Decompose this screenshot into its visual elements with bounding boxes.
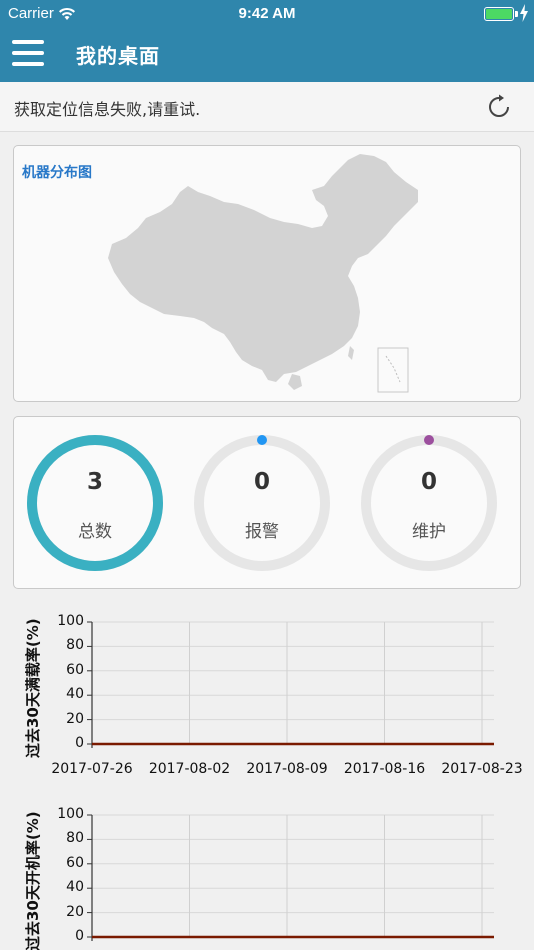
map-title: 机器分布图 <box>22 165 92 181</box>
machine-distribution-map-card: 机器分布图 <box>13 145 521 402</box>
status-bar: Carrier 9:42 AM <box>0 0 534 28</box>
maintenance-count-ring[interactable]: 0 维护 <box>361 435 497 571</box>
y-tick-label: 20 <box>66 710 84 727</box>
y-tick-label: 80 <box>66 830 84 847</box>
y-tick-label: 100 <box>57 806 84 822</box>
x-tick-label: 2017-08-23 <box>441 761 523 777</box>
x-tick-label: 2017-08-02 <box>148 761 231 777</box>
machine-stats-card: 3 总数 0 报警 0 维护 <box>13 416 521 589</box>
china-map[interactable] <box>14 146 522 403</box>
y-tick-label: 0 <box>75 928 84 944</box>
y-tick-label: 20 <box>66 903 84 920</box>
y-tick-label: 0 <box>75 735 84 751</box>
x-tick-label: 2017-07-26 <box>51 761 133 777</box>
battery-tip <box>515 11 518 17</box>
battery-icon <box>484 7 514 21</box>
maintenance-count-label: 维护 <box>412 522 446 542</box>
notice-text: 获取定位信息失败,请重试. <box>14 100 201 119</box>
y-axis-label: 过去30天满载率(%) <box>24 618 42 758</box>
y-tick-label: 40 <box>66 686 84 703</box>
full-load-rate-chart: 100 80 60 40 20 0 2017-07-26 2017-08-02 2017-08-… <box>0 600 534 790</box>
alarm-count-value: 0 <box>253 469 270 495</box>
y-tick-label: 100 <box>57 613 84 629</box>
y-tick-label: 80 <box>66 637 84 654</box>
maintenance-count-value: 0 <box>420 469 437 495</box>
y-tick-label: 60 <box>66 854 84 871</box>
page-title: 我的桌面 <box>76 44 160 68</box>
charging-bolt-icon <box>520 4 528 22</box>
clock: 9:42 AM <box>238 5 296 22</box>
refresh-icon[interactable] <box>486 94 512 120</box>
y-tick-label: 40 <box>66 879 84 896</box>
alarm-count-label: 报警 <box>245 522 279 542</box>
total-count-ring[interactable]: 3 总数 <box>27 435 163 571</box>
total-count-label: 总数 <box>78 522 112 542</box>
y-tick-label: 60 <box>66 661 84 678</box>
x-tick-label: 2017-08-16 <box>343 761 426 777</box>
total-count-value: 3 <box>86 469 103 495</box>
x-tick-label: 2017-08-09 <box>246 761 328 777</box>
hamburger-menu-icon[interactable] <box>12 40 46 68</box>
nav-bar: 我的桌面 <box>0 28 534 82</box>
y-axis-label: 过去30天开机率(%) <box>24 811 42 950</box>
alarm-count-ring[interactable]: 0 报警 <box>194 435 330 571</box>
power-on-rate-chart: 1008060402002017-07-262017-08-022017-08-… <box>0 793 534 950</box>
location-notice: 获取定位信息失败,请重试. <box>0 82 534 132</box>
